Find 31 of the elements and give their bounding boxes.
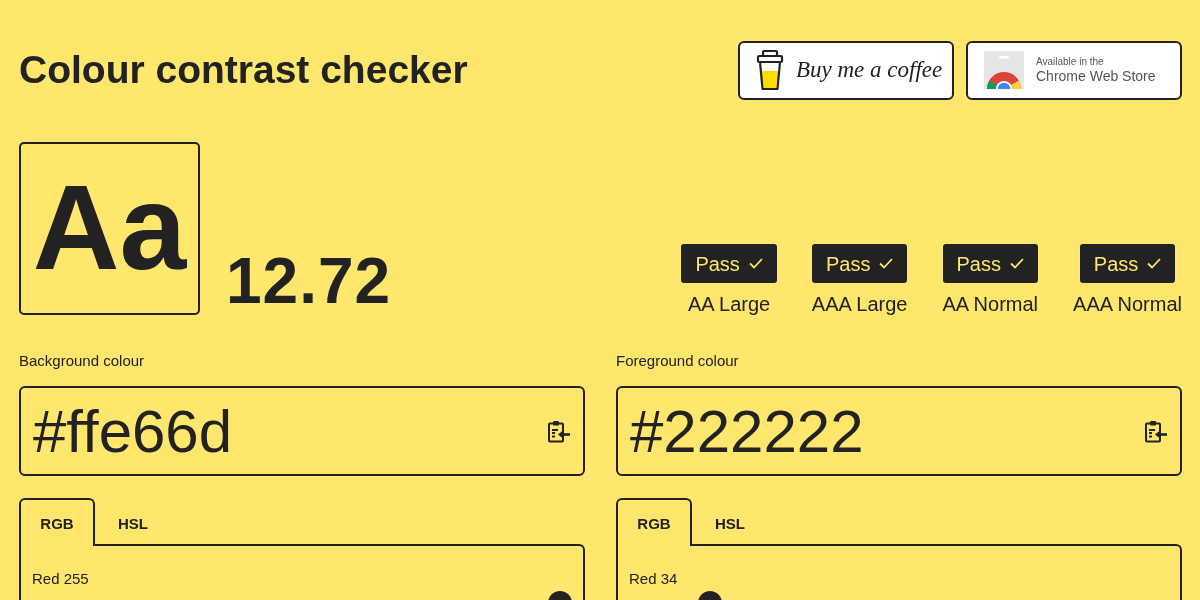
page-title: Colour contrast checker xyxy=(19,48,468,92)
check-label: AAA Large xyxy=(811,293,908,315)
web-store-button[interactable]: Available in the Chrome Web Store xyxy=(966,40,1182,100)
text-sample: Aa xyxy=(19,142,200,315)
tab[interactable]: HSL xyxy=(95,498,171,546)
check-icon xyxy=(1010,258,1024,269)
slider-label: Red 34 xyxy=(629,570,679,588)
tab[interactable]: HSL xyxy=(692,498,768,546)
field-label: Foreground colour xyxy=(616,352,740,370)
status-text: Pass xyxy=(1093,252,1139,275)
check-icon xyxy=(1147,258,1162,269)
field-label: Background colour xyxy=(19,352,146,370)
status-text: Pass xyxy=(956,252,1001,275)
check-label: AA Normal xyxy=(942,293,1039,315)
clipboard-icon[interactable] xyxy=(1143,419,1167,443)
store-logo-icon xyxy=(984,51,1024,89)
slider-label: Red 255 xyxy=(32,570,90,588)
clipboard-icon[interactable] xyxy=(546,419,570,443)
status-text: Pass xyxy=(825,252,871,275)
tab[interactable]: RGB xyxy=(616,498,692,546)
cup-icon xyxy=(756,49,784,91)
hex-input[interactable]: #ffe66d xyxy=(19,386,585,476)
tab[interactable]: RGB xyxy=(19,498,95,546)
check-icon xyxy=(748,258,763,269)
check-label: AAA Normal xyxy=(1073,293,1182,315)
status-text: Pass xyxy=(695,252,740,275)
hex-input[interactable]: #222222 xyxy=(616,386,1182,476)
coffee-button[interactable]: Buy me a coffee xyxy=(738,40,954,100)
check-label: AA Large xyxy=(687,293,771,315)
contrast-ratio: 12.72 xyxy=(226,249,392,313)
check-icon xyxy=(879,258,894,269)
